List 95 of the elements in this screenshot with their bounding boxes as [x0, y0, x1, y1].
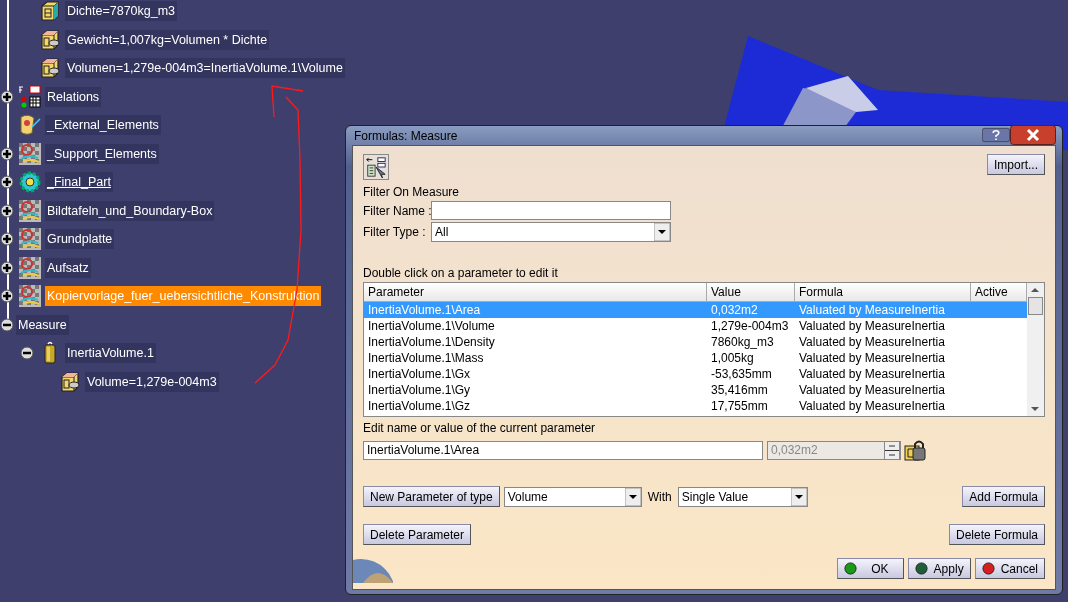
- table-cell-text: 17,755mm: [710, 399, 769, 413]
- table-cell-text: Valuated by MeasureInertia: [798, 303, 946, 317]
- close-icon[interactable]: [1010, 125, 1056, 145]
- expand-icon[interactable]: [0, 175, 14, 190]
- table-cell-text: -53,635mm: [710, 367, 773, 381]
- checkered-icon: [18, 198, 42, 223]
- table-cell-text: InertiaVolume.1\Gx: [367, 367, 472, 381]
- filter-type-dropdown[interactable]: All: [431, 222, 671, 242]
- tree-item[interactable]: _External_Elements: [45, 115, 161, 136]
- tree-item[interactable]: _Final_Part: [45, 172, 113, 193]
- relations-icon: [18, 84, 42, 109]
- column-header[interactable]: Value: [707, 283, 795, 302]
- toolbar-button[interactable]: [363, 154, 389, 180]
- edit-label: Edit name or value of the current parameter: [363, 421, 597, 435]
- cube-icon: [38, 0, 62, 24]
- checkered-icon: [18, 255, 42, 280]
- filter-type-label: Filter Type :: [363, 225, 427, 239]
- expand-icon[interactable]: [0, 146, 14, 161]
- expand-icon[interactable]: [0, 89, 14, 104]
- expand-icon[interactable]: [0, 289, 14, 304]
- help-icon[interactable]: [982, 125, 1010, 145]
- tree-item[interactable]: Aufsatz: [45, 257, 91, 278]
- table-cell-text: 1,005kg: [710, 351, 755, 365]
- tree-item[interactable]: Grundplatte: [45, 229, 115, 250]
- column-header[interactable]: Active: [971, 283, 1027, 302]
- table-cell-text: 7860kg_m3: [710, 335, 775, 349]
- delete-parameter-button[interactable]: Delete Parameter: [363, 524, 472, 545]
- parameter-type-dropdown[interactable]: Volume: [503, 486, 642, 507]
- checkered-icon: [18, 284, 42, 309]
- tree-item[interactable]: Dichte=7870kg_m3: [65, 1, 178, 22]
- table-row[interactable]: InertiaVolume.1\Gx -53,635mm Valuated by MeasureInertia: [364, 366, 1027, 382]
- checkered-icon: [18, 227, 42, 252]
- table-cell-text: Valuated by MeasureInertia: [798, 383, 946, 397]
- collapse-icon[interactable]: [20, 346, 34, 361]
- table-row[interactable]: InertiaVolume.1\Volume 1,279e-004m3 Valuated by MeasureInertia: [364, 318, 1027, 334]
- table-row[interactable]: InertiaVolume.1\Density 7860kg_m3 Valuated by MeasureInertia: [364, 334, 1027, 350]
- table-row[interactable]: InertiaVolume.1\Gz 17,755mm Valuated by MeasureInertia: [364, 398, 1027, 414]
- table-cell-text: InertiaVolume.1\Mass: [367, 351, 485, 365]
- table-cell-text: Valuated by MeasureInertia: [798, 319, 946, 333]
- tree-item[interactable]: _Support_Elements: [45, 143, 159, 164]
- table-cell-text: Valuated by MeasureInertia: [798, 351, 946, 365]
- value-kind-dropdown[interactable]: Single Value: [677, 486, 808, 507]
- cube-icon: [38, 27, 62, 52]
- column-header[interactable]: Formula: [795, 283, 971, 302]
- tree-item[interactable]: Bildtafeln_und_Boundary-Box: [45, 200, 215, 221]
- collapse-icon[interactable]: [0, 317, 14, 332]
- cube-icon: [38, 56, 62, 81]
- expand-icon[interactable]: [0, 203, 14, 218]
- expand-icon[interactable]: [0, 232, 14, 247]
- tree-item[interactable]: InertiaVolume.1: [65, 343, 156, 364]
- scrollbar[interactable]: [1027, 283, 1044, 416]
- tree-item[interactable]: Gewicht=1,007kg=Volumen * Dichte: [65, 29, 270, 50]
- tree-item[interactable]: Measure: [16, 314, 69, 335]
- cube-icon: [58, 369, 82, 394]
- dialog-button[interactable]: OK: [837, 558, 904, 579]
- import-button[interactable]: Import...: [987, 154, 1045, 175]
- table-cell-text: InertiaVolume.1\Density: [367, 335, 496, 349]
- table-cell-text: Valuated by MeasureInertia: [798, 399, 946, 413]
- expand-icon[interactable]: [0, 260, 14, 275]
- caret-icon: [790, 487, 807, 506]
- delete-formula-button[interactable]: Delete Formula: [948, 524, 1045, 545]
- parameter-name-field[interactable]: InertiaVolume.1\Area: [363, 440, 763, 460]
- dialog-title: Formulas: Measure: [353, 128, 458, 143]
- filter-heading: Filter On Measure: [363, 185, 461, 199]
- filter-tree-icon: [365, 156, 387, 178]
- table-row[interactable]: InertiaVolume.1\Mass 1,005kg Valuated by MeasureInertia: [364, 350, 1027, 366]
- table-cell-text: 0,032m2: [710, 303, 759, 317]
- dialog-button[interactable]: Apply: [907, 558, 971, 579]
- scrollbar-thumb[interactable]: [1028, 297, 1043, 315]
- table-cell-text: Valuated by MeasureInertia: [798, 335, 946, 349]
- gear-icon: [18, 170, 42, 195]
- table-cell-text: InertiaVolume.1\Volume: [367, 319, 496, 333]
- filter-name-label: Filter Name :: [363, 203, 431, 218]
- caret-icon: [654, 223, 670, 241]
- table-cell-text: InertiaVolume.1\Area: [367, 303, 482, 317]
- add-formula-button[interactable]: Add Formula: [962, 486, 1045, 507]
- new-parameter-button[interactable]: New Parameter of type: [363, 486, 500, 507]
- table-hint: Double click on a parameter to edit it: [363, 266, 559, 280]
- column-header[interactable]: Parameter: [364, 283, 707, 302]
- table-cell-text: InertiaVolume.1\Gz: [367, 399, 472, 413]
- tree-item[interactable]: Volumen=1,279e-004m3=InertiaVolume.1\Volume: [65, 58, 345, 79]
- tree-item[interactable]: Relations: [45, 86, 102, 107]
- tree-item[interactable]: Volume=1,279e-004m3: [85, 371, 219, 392]
- table-cell-text: 1,279e-004m3: [710, 319, 790, 333]
- lock-icon[interactable]: [903, 438, 927, 462]
- checkered-icon: [18, 141, 42, 166]
- filter-name-field[interactable]: [431, 201, 671, 220]
- table-cell-text: 35,416mm: [710, 383, 769, 397]
- scroll-icon: [18, 113, 42, 138]
- table-cell-text: Valuated by MeasureInertia: [798, 367, 946, 381]
- caret-icon: [624, 487, 641, 506]
- with-label: With: [647, 489, 672, 504]
- table-row[interactable]: InertiaVolume.1\Gy 35,416mm Valuated by MeasureInertia: [364, 382, 1027, 398]
- table-cell-text: InertiaVolume.1\Gy: [367, 383, 472, 397]
- dialog-button[interactable]: Cancel: [974, 558, 1045, 579]
